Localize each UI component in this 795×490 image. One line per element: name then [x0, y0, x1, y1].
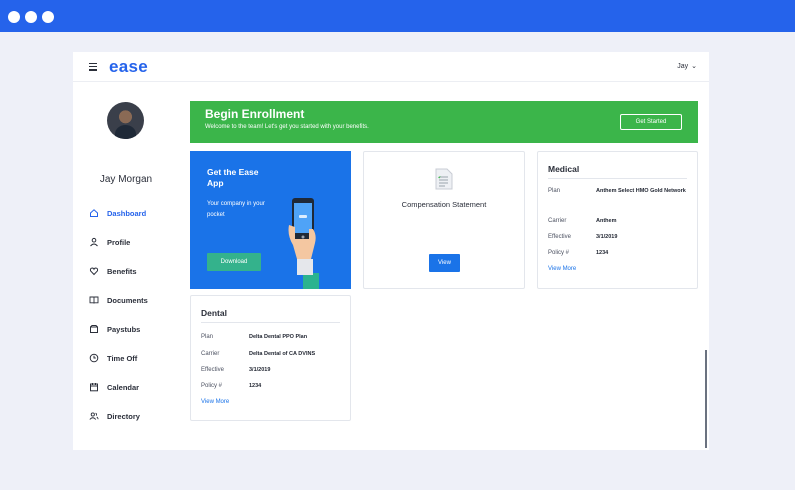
calendar-icon [90, 383, 98, 392]
sidebar-item-benefits[interactable]: Benefits [89, 264, 137, 278]
download-button[interactable]: Download [207, 253, 261, 271]
wallet-icon [90, 325, 98, 333]
plan-value: Delta Dental PPO Plan [249, 334, 308, 340]
policy-value: 1234 [596, 250, 609, 256]
enrollment-banner: Begin Enrollment Welcome to the team! Le… [190, 101, 698, 143]
view-more-link[interactable]: View More [548, 266, 576, 272]
sidebar-item-label: Profile [107, 237, 131, 247]
compensation-label: Compensation Statement [401, 200, 487, 209]
dental-card: Dental Plan Delta Dental PPO Plan Carrie… [190, 295, 351, 421]
sidebar-item-label: Benefits [107, 266, 137, 276]
sidebar-item-time-off[interactable]: Time Off [89, 351, 137, 365]
hamburger-menu-icon[interactable] [89, 63, 97, 71]
app-window: ease Jay ⌄ Jay Morgan Dashboard Profile B… [73, 52, 709, 450]
app-card-title: Get the Ease App [207, 167, 259, 188]
home-icon [90, 209, 98, 217]
carrier-value: Anthem [596, 218, 617, 224]
sidebar-item-label: Dashboard [107, 208, 147, 218]
get-started-button[interactable]: Get Started [620, 114, 682, 130]
medical-card: Medical Plan Anthem Select HMO Gold Netw… [537, 151, 698, 289]
chevron-down-icon: ⌄ [691, 63, 697, 70]
carrier-label: Carrier [548, 218, 567, 224]
effective-label: Effective [201, 367, 224, 373]
app-card-subtitle: Your company in your pocket [207, 201, 265, 218]
divider [548, 178, 687, 179]
sidebar-item-profile[interactable]: Profile [89, 235, 130, 249]
scrollbar[interactable] [705, 350, 707, 448]
sidebar-item-calendar[interactable]: Calendar [89, 380, 139, 394]
book-icon [89, 296, 99, 304]
clock-icon [89, 353, 99, 363]
banner-title: Begin Enrollment [205, 107, 305, 121]
browser-title-bar [0, 0, 795, 32]
window-control-dot[interactable] [8, 11, 20, 23]
user-name: Jay Morgan [99, 174, 153, 185]
person-icon [90, 237, 98, 247]
sidebar-item-label: Directory [107, 411, 140, 421]
document-icon [435, 168, 453, 190]
user-menu[interactable]: Jay ⌄ [677, 62, 697, 70]
medical-title: Medical [548, 164, 580, 174]
app-logo[interactable]: ease [109, 57, 148, 77]
get-app-card: Get the Ease App Your company in your po… [190, 151, 351, 289]
effective-label: Effective [548, 234, 571, 240]
phone-in-hand-icon [288, 198, 319, 289]
carrier-value: Delta Dental of CA DVINS [249, 351, 316, 357]
policy-value: 1234 [249, 383, 262, 389]
heart-icon [89, 267, 99, 276]
effective-value: 3/1/2019 [596, 234, 618, 240]
plan-label: Plan [548, 188, 561, 194]
policy-label: Policy # [201, 383, 223, 389]
window-control-dot[interactable] [42, 11, 54, 23]
people-icon [89, 412, 99, 420]
top-bar: ease Jay ⌄ [73, 52, 709, 82]
view-more-link[interactable]: View More [201, 399, 229, 405]
sidebar-item-documents[interactable]: Documents [89, 293, 148, 307]
banner-subtitle: Welcome to the team! Let's get you start… [205, 124, 369, 130]
user-menu-label: Jay [677, 63, 689, 70]
sidebar-item-paystubs[interactable]: Paystubs [89, 322, 140, 336]
sidebar-item-label: Calendar [107, 382, 140, 392]
avatar[interactable] [107, 102, 144, 139]
divider [201, 322, 340, 323]
plan-label: Plan [201, 334, 214, 340]
compensation-card: Compensation Statement View [363, 151, 525, 289]
view-button[interactable]: View [429, 254, 460, 272]
sidebar-item-label: Paystubs [107, 324, 141, 334]
window-control-dot[interactable] [25, 11, 37, 23]
dental-title: Dental [201, 308, 227, 318]
plan-value: Anthem Select HMO Gold Network [596, 188, 686, 194]
sidebar-item-label: Documents [107, 295, 148, 305]
sidebar-item-directory[interactable]: Directory [89, 409, 140, 423]
policy-label: Policy # [548, 250, 570, 256]
effective-value: 3/1/2019 [249, 367, 271, 373]
carrier-label: Carrier [201, 351, 220, 357]
sidebar-item-dashboard[interactable]: Dashboard [89, 206, 146, 220]
sidebar-item-label: Time Off [107, 353, 138, 363]
sidebar: Jay Morgan Dashboard Profile Benefits Do… [73, 82, 183, 450]
